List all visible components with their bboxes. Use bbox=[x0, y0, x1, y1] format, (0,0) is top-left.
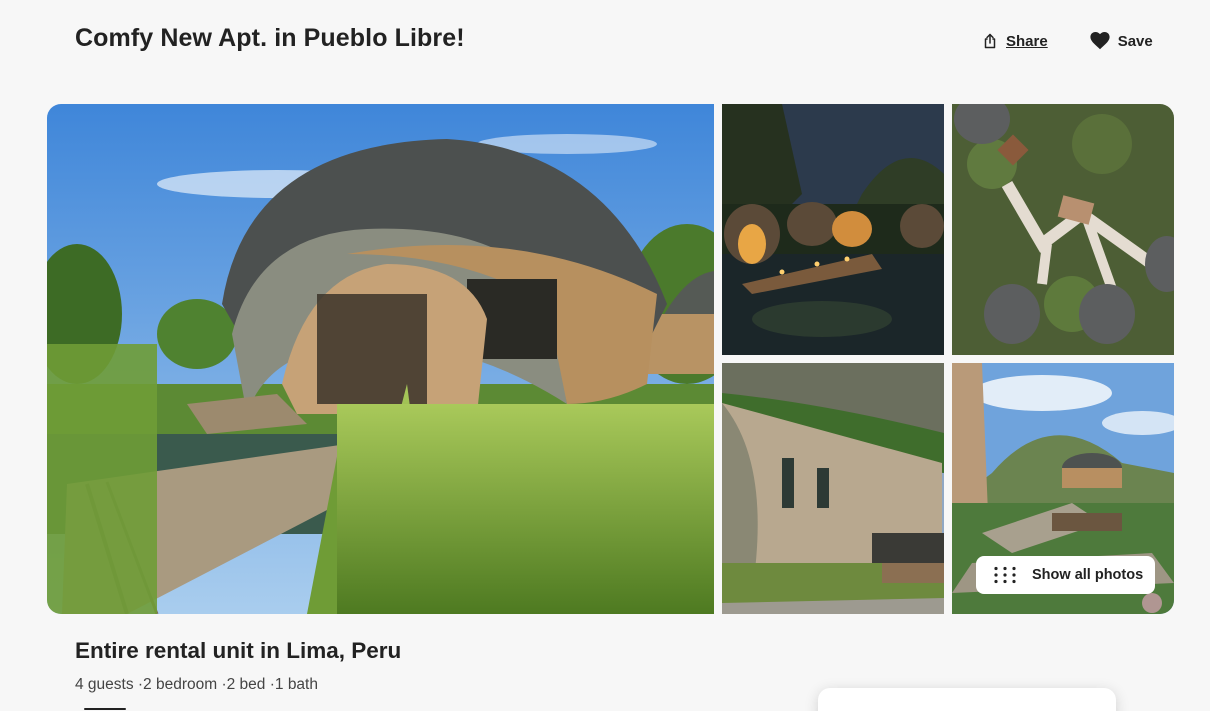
photo-gallery bbox=[47, 104, 1174, 614]
booking-card bbox=[818, 688, 1116, 711]
share-label: Share bbox=[1006, 32, 1048, 50]
listing-details: 4 guests ·2 bedroom ·2 bed ·1 bath bbox=[75, 676, 318, 693]
grid-dots-icon bbox=[993, 566, 1017, 584]
show-all-photos-label: Show all photos bbox=[1032, 567, 1144, 583]
listing-page: Comfy New Apt. in Pueblo Libre! Share Sa… bbox=[0, 0, 1210, 711]
heart-icon bbox=[1090, 32, 1110, 50]
share-button[interactable]: Share bbox=[976, 31, 1054, 52]
photo-main[interactable] bbox=[47, 104, 714, 614]
save-button[interactable]: Save bbox=[1084, 30, 1159, 52]
photo-aerial[interactable] bbox=[952, 104, 1174, 355]
header-actions: Share Save bbox=[976, 30, 1159, 52]
listing-subtitle: Entire rental unit in Lima, Peru bbox=[75, 638, 402, 663]
share-icon bbox=[982, 33, 998, 49]
photo-dusk[interactable] bbox=[722, 104, 944, 355]
save-label: Save bbox=[1117, 32, 1153, 50]
photo-fence[interactable] bbox=[722, 363, 944, 614]
listing-title: Comfy New Apt. in Pueblo Libre! bbox=[75, 24, 465, 52]
show-all-photos-button[interactable]: Show all photos bbox=[976, 556, 1155, 594]
section-divider bbox=[84, 708, 126, 710]
